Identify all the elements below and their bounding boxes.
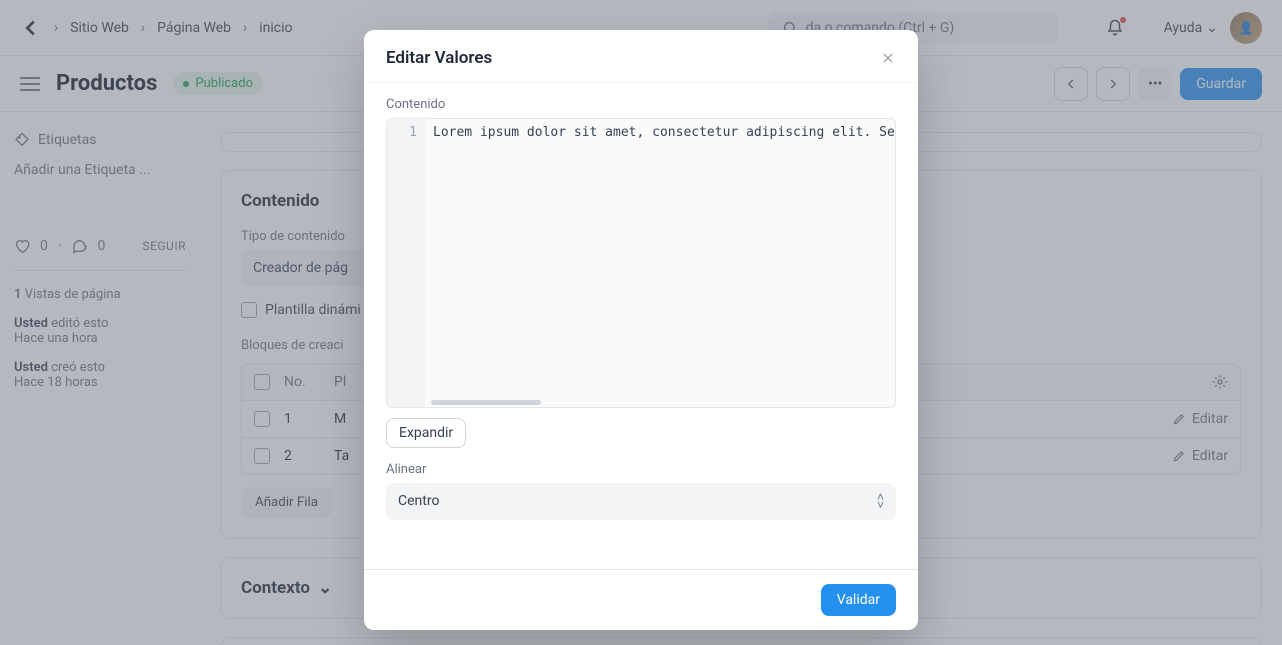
content-field-label: Contenido <box>386 97 896 112</box>
close-button[interactable] <box>880 50 896 66</box>
validate-button[interactable]: Validar <box>821 584 896 616</box>
line-number: 1 <box>387 119 425 407</box>
modal-title: Editar Valores <box>386 48 492 68</box>
horizontal-scrollbar[interactable] <box>431 400 541 405</box>
select-arrows-icon: ˄˅ <box>877 493 884 510</box>
code-content: Lorem ipsum dolor sit amet, consectetur … <box>387 119 895 146</box>
expand-button[interactable]: Expandir <box>386 418 466 448</box>
align-select[interactable]: Centro ˄˅ <box>386 483 896 520</box>
modal-overlay[interactable]: Editar Valores Contenido 1 Lorem ipsum d… <box>0 0 1282 645</box>
code-editor[interactable]: 1 Lorem ipsum dolor sit amet, consectetu… <box>386 118 896 408</box>
align-label: Alinear <box>386 462 896 477</box>
close-icon <box>880 50 896 66</box>
edit-values-modal: Editar Valores Contenido 1 Lorem ipsum d… <box>364 30 918 630</box>
